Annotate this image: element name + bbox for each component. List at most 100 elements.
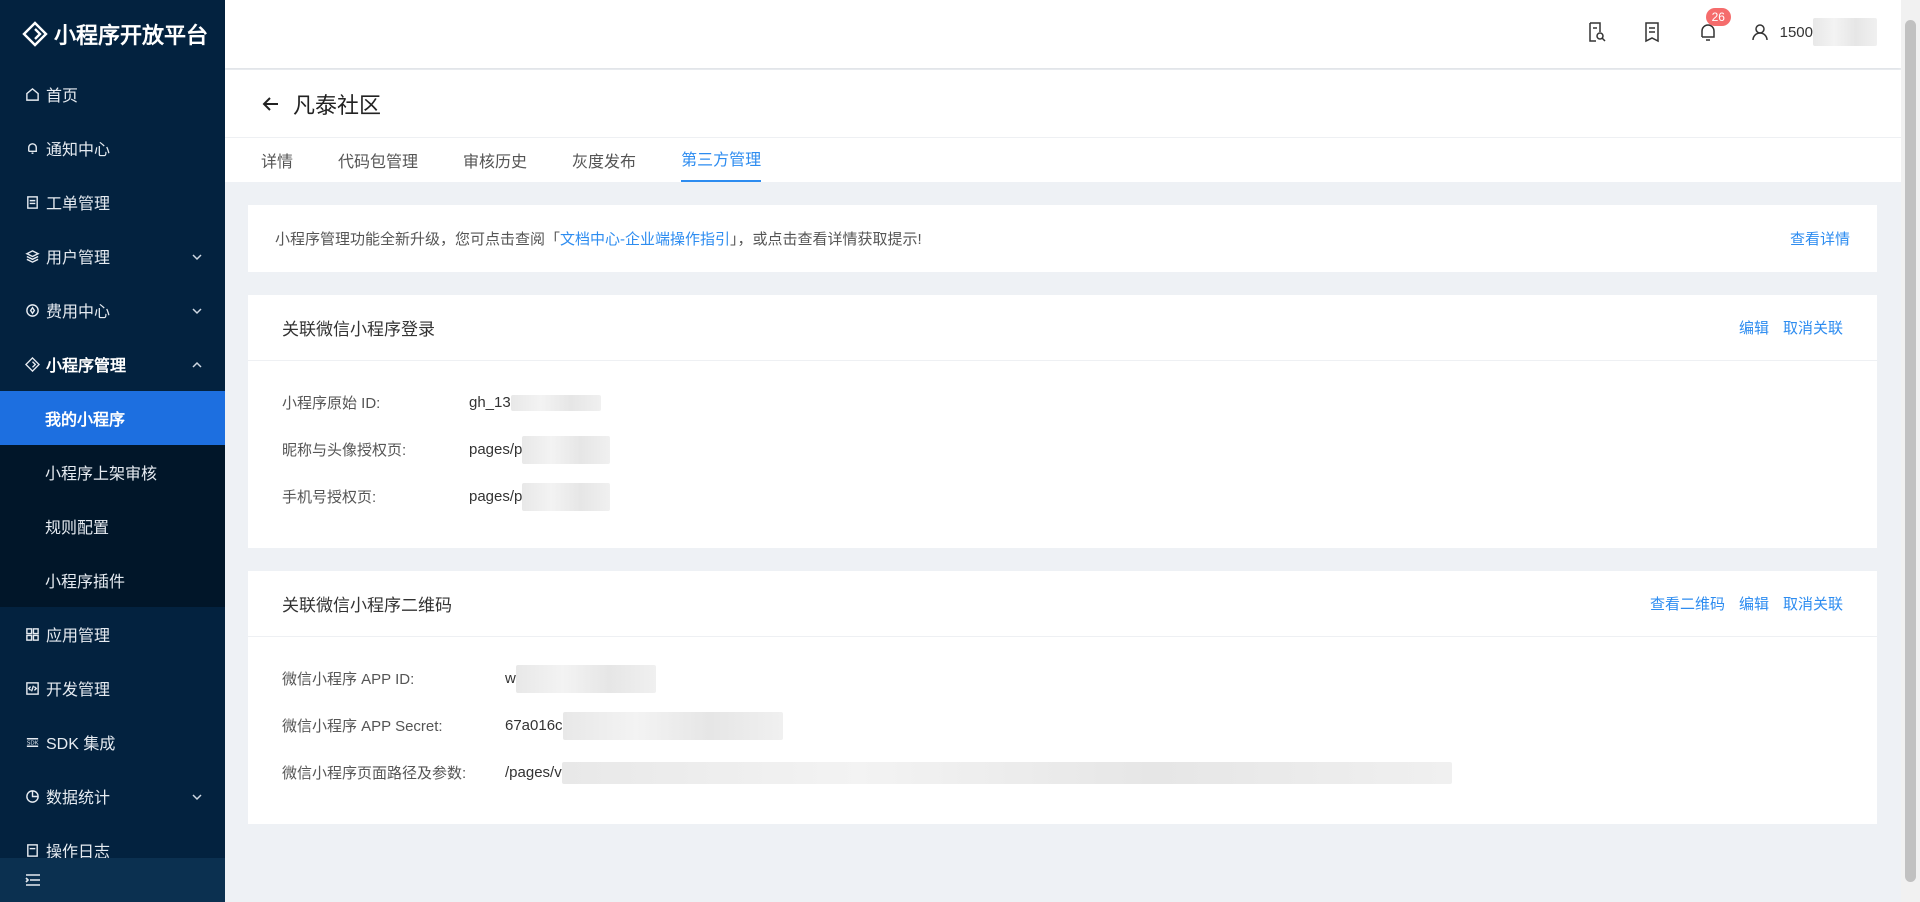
doc-search-icon[interactable] xyxy=(1584,20,1608,44)
pie-chart-icon xyxy=(24,788,40,804)
home-icon xyxy=(24,86,40,102)
field-row: 微信小程序 APP Secret: 67a016c xyxy=(282,702,1843,749)
sidebar-item-sdk[interactable]: SDK SDK 集成 xyxy=(0,715,225,769)
sidebar-item-label: 首页 xyxy=(46,88,79,105)
miniprogram-icon xyxy=(24,356,40,372)
sidebar-item-stats[interactable]: 数据统计 xyxy=(0,769,225,823)
field-value: 67a016c xyxy=(505,711,783,740)
card-body: 小程序原始 ID: gh_13 昵称与头像授权页: pages/p 手机号授权页… xyxy=(248,361,1877,538)
menu-collapse-icon xyxy=(25,874,40,886)
app-secret-value: 67a016c xyxy=(505,717,563,734)
user-menu[interactable]: 1500 xyxy=(1750,18,1877,46)
log-icon xyxy=(24,842,40,858)
back-arrow-icon[interactable] xyxy=(261,94,281,114)
sidebar-item-rules[interactable]: 规则配置 xyxy=(0,499,225,553)
card-title: 关联微信小程序二维码 xyxy=(282,596,452,615)
notification-bell-icon[interactable]: 26 xyxy=(1696,8,1731,44)
scrollbar-thumb[interactable] xyxy=(1905,20,1916,882)
edit-button[interactable]: 编辑 xyxy=(1739,317,1769,338)
sidebar-nav-lower: 应用管理 开发管理 SDK SDK 集成 数据统计 操作日志 xyxy=(0,607,225,877)
notification-badge: 26 xyxy=(1705,8,1731,26)
card-header: 关联微信小程序二维码 查看二维码 编辑 取消关联 xyxy=(248,571,1877,637)
tab-details[interactable]: 详情 xyxy=(261,148,293,182)
sidebar-item-dev[interactable]: 开发管理 xyxy=(0,661,225,715)
wechat-qrcode-card: 关联微信小程序二维码 查看二维码 编辑 取消关联 微信小程序 APP ID: w… xyxy=(248,571,1877,824)
tab-gray-release[interactable]: 灰度发布 xyxy=(572,148,636,182)
field-label: 微信小程序 APP Secret: xyxy=(282,718,443,735)
sidebar-item-label: 通知中心 xyxy=(46,142,111,159)
redacted-value xyxy=(522,482,611,511)
sidebar: 小程序开放平台 首页 通知中心 工单管理 用户管理 费用中心 小程序管理 我的小… xyxy=(0,0,225,902)
sidebar-item-billing[interactable]: 费用中心 xyxy=(0,283,225,337)
wechat-login-card: 关联微信小程序登录 编辑 取消关联 小程序原始 ID: gh_13 昵称与头像授… xyxy=(248,295,1877,548)
brand[interactable]: 小程序开放平台 xyxy=(0,0,225,67)
top-bar: 26 1500 xyxy=(225,0,1901,68)
page-path-value: /pages/v xyxy=(505,764,562,781)
tab-review-history[interactable]: 审核历史 xyxy=(463,148,527,182)
sidebar-item-my-miniprograms[interactable]: 我的小程序 xyxy=(0,391,225,445)
layers-icon xyxy=(24,248,40,264)
card-header: 关联微信小程序登录 编辑 取消关联 xyxy=(248,295,1877,361)
bell-icon xyxy=(24,140,40,156)
view-details-link[interactable]: 查看详情 xyxy=(1790,228,1850,249)
unlink-button[interactable]: 取消关联 xyxy=(1783,593,1843,614)
avatar-page-value: pages/p xyxy=(469,441,523,458)
chevron-down-icon xyxy=(191,304,203,316)
clipboard-icon xyxy=(24,194,40,210)
grid-icon xyxy=(24,626,40,642)
sidebar-item-users[interactable]: 用户管理 xyxy=(0,229,225,283)
notice-text-after: 」，或点击查看详情获取提示! xyxy=(730,231,922,248)
sidebar-item-listing-review[interactable]: 小程序上架审核 xyxy=(0,445,225,499)
sidebar-item-plugins[interactable]: 小程序插件 xyxy=(0,553,225,607)
app-id-value: w xyxy=(505,670,516,687)
notice-text-before: 小程序管理功能全新升级，您可点击查阅「 xyxy=(275,231,561,248)
field-row: 手机号授权页: pages/p xyxy=(282,473,1843,520)
field-label: 微信小程序 APP ID: xyxy=(282,671,415,688)
field-row: 微信小程序页面路径及参数: /pages/v xyxy=(282,749,1843,796)
phone-page-value: pages/p xyxy=(469,488,523,505)
field-label: 昵称与头像授权页: xyxy=(282,442,407,459)
card-actions: 编辑 取消关联 xyxy=(1725,317,1843,338)
coin-icon xyxy=(24,302,40,318)
tab-third-party[interactable]: 第三方管理 xyxy=(681,146,762,182)
card-body: 微信小程序 APP ID: w 微信小程序 APP Secret: 67a016… xyxy=(248,637,1877,814)
sidebar-item-notifications[interactable]: 通知中心 xyxy=(0,121,225,175)
unlink-button[interactable]: 取消关联 xyxy=(1783,317,1843,338)
sidebar-item-label: 费用中心 xyxy=(46,304,111,321)
sidebar-item-label: 应用管理 xyxy=(46,628,111,645)
edit-button[interactable]: 编辑 xyxy=(1739,593,1769,614)
brand-logo-icon xyxy=(22,20,48,47)
chevron-down-icon xyxy=(191,790,203,802)
redacted-value xyxy=(510,394,601,411)
sidebar-item-label: 工单管理 xyxy=(46,196,111,213)
field-value: w xyxy=(505,664,656,693)
card-title: 关联微信小程序登录 xyxy=(282,320,435,339)
sidebar-item-tickets[interactable]: 工单管理 xyxy=(0,175,225,229)
sidebar-item-label: 用户管理 xyxy=(46,250,111,267)
document-icon[interactable] xyxy=(1640,20,1664,44)
sidebar-nav: 首页 通知中心 工单管理 用户管理 费用中心 小程序管理 xyxy=(0,67,225,391)
field-label: 手机号授权页: xyxy=(282,489,377,506)
svg-text:SDK: SDK xyxy=(26,740,38,746)
username: 1500 xyxy=(1779,23,1813,41)
miniprogram-submenu: 我的小程序 小程序上架审核 规则配置 小程序插件 xyxy=(0,391,225,607)
sidebar-item-label: 数据统计 xyxy=(46,790,111,807)
redacted-username xyxy=(1813,18,1877,46)
field-row: 小程序原始 ID: gh_13 xyxy=(282,379,1843,426)
view-qrcode-button[interactable]: 查看二维码 xyxy=(1650,593,1725,614)
field-value: /pages/v xyxy=(505,761,1452,784)
sidebar-item-apps[interactable]: 应用管理 xyxy=(0,607,225,661)
sidebar-item-home[interactable]: 首页 xyxy=(0,67,225,121)
redacted-value xyxy=(562,711,783,740)
field-value: pages/p xyxy=(469,482,611,511)
chevron-down-icon xyxy=(191,250,203,262)
sidebar-item-label: 开发管理 xyxy=(46,682,111,699)
sidebar-item-miniprogram-management[interactable]: 小程序管理 xyxy=(0,337,225,391)
tab-code-packages[interactable]: 代码包管理 xyxy=(338,148,418,182)
collapse-sidebar-button[interactable] xyxy=(0,858,225,902)
tabs: 详情 代码包管理 审核历史 灰度发布 第三方管理 xyxy=(225,138,1901,182)
doc-guide-link[interactable]: 文档中心-企业端操作指引 xyxy=(560,228,730,249)
page-scrollbar[interactable] xyxy=(1901,0,1920,902)
card-actions: 查看二维码 编辑 取消关联 xyxy=(1636,593,1843,614)
upgrade-notice: 小程序管理功能全新升级，您可点击查阅「 文档中心-企业端操作指引 」，或点击查看… xyxy=(248,205,1877,272)
